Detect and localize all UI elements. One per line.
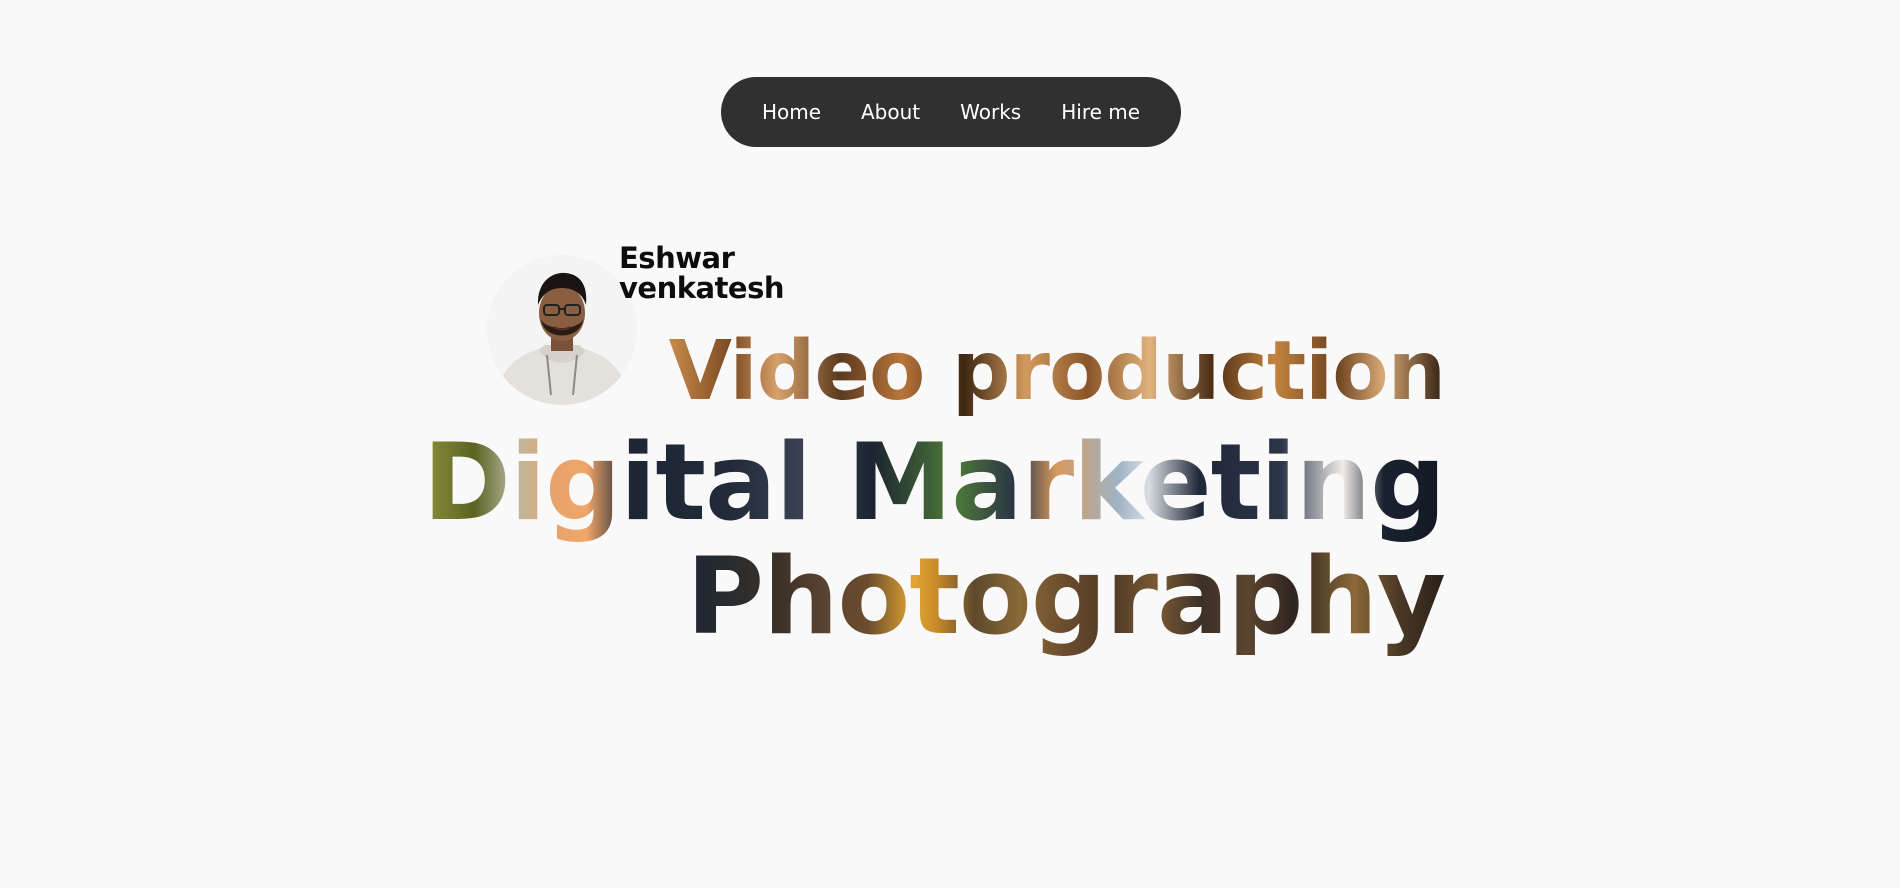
profile-name: Eshwar venkatesh [619,241,785,305]
nav-item-home[interactable]: Home [742,77,841,147]
nav-item-works[interactable]: Works [940,77,1041,147]
nav-item-about[interactable]: About [841,77,940,147]
page: Home About Works Hire me Eshwar venkates… [0,0,1900,888]
first-name: Eshwar [619,241,735,275]
last-name: venkatesh [619,271,785,305]
avatar [487,255,637,405]
headline-digital-marketing: Digital Marketing [422,421,1446,544]
profile-photo [487,255,637,405]
headline-video-production: Video production [669,322,1446,422]
nav-item-hire-me[interactable]: Hire me [1041,77,1160,147]
headline-photography: Photography [686,535,1446,658]
main-nav: Home About Works Hire me [721,77,1181,147]
